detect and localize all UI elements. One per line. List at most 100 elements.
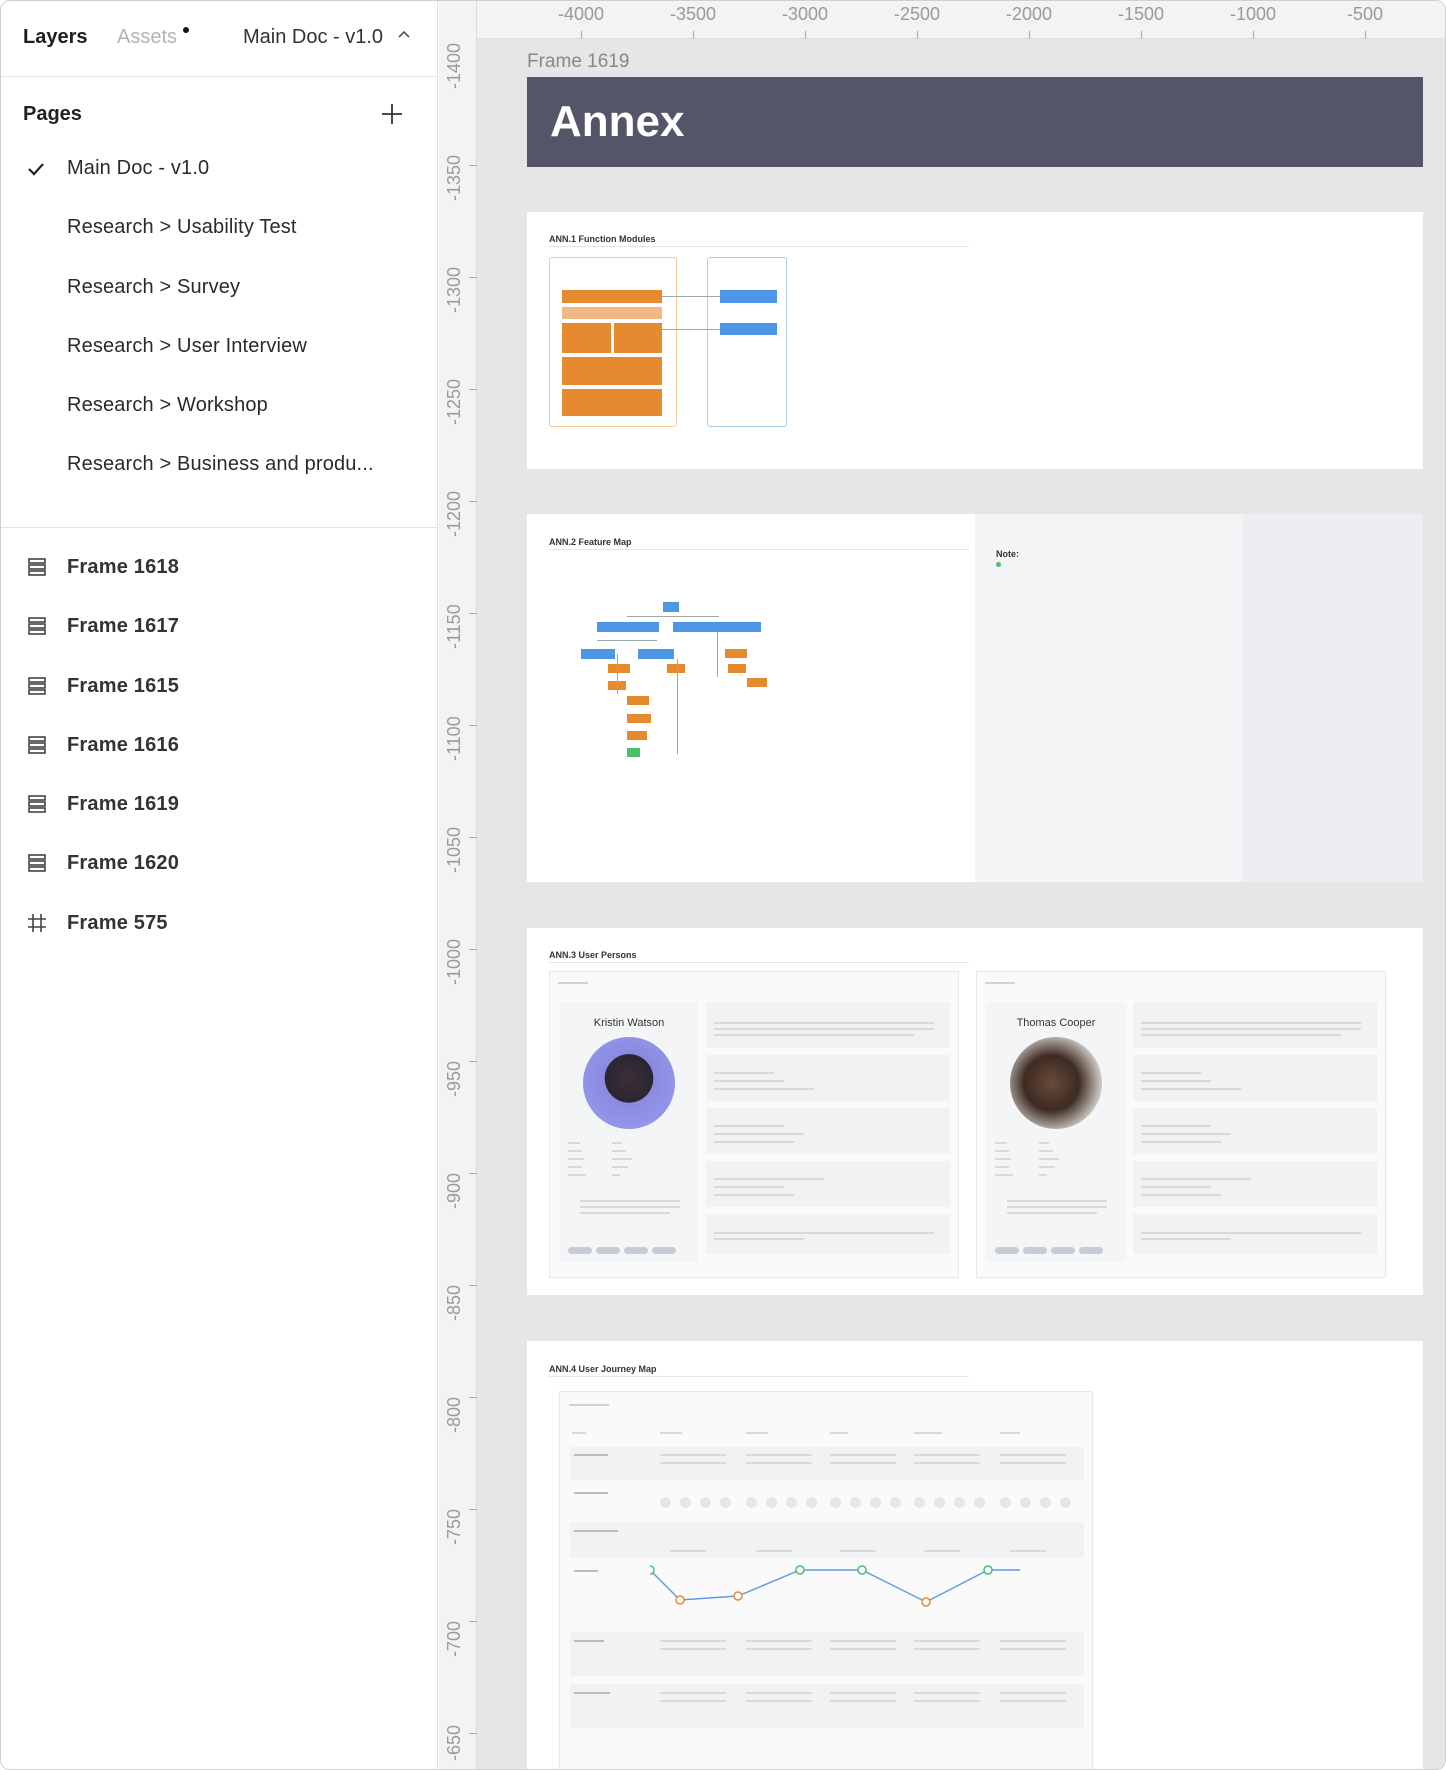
stakeholder-label bbox=[1010, 1550, 1046, 1552]
cell-line bbox=[1000, 1640, 1066, 1642]
map-node bbox=[581, 649, 615, 659]
quote-line bbox=[580, 1212, 670, 1214]
annex-title-banner[interactable]: Annex bbox=[527, 77, 1423, 167]
personality-tag bbox=[995, 1247, 1019, 1254]
text-line bbox=[714, 1133, 804, 1135]
goals-section bbox=[1133, 1055, 1377, 1101]
personality-tag bbox=[652, 1247, 676, 1254]
module-block bbox=[720, 290, 777, 303]
row-label bbox=[574, 1492, 608, 1494]
module-block bbox=[720, 323, 777, 335]
page-item-usability-test[interactable]: Research > Usability Test bbox=[1, 200, 437, 259]
cell-line bbox=[914, 1648, 980, 1650]
page-item-label: Research > Usability Test bbox=[67, 216, 297, 239]
page-item-main-doc[interactable]: Main Doc - v1.0 bbox=[1, 141, 437, 200]
ann1-function-modules-frame[interactable]: ANN.1 Function Modules bbox=[527, 212, 1423, 469]
ruler-label: -1000 bbox=[444, 938, 464, 985]
page-selector[interactable]: Main Doc - v1.0 bbox=[243, 26, 383, 49]
map-node bbox=[638, 649, 674, 659]
personality-tag bbox=[1079, 1247, 1103, 1254]
cell-line bbox=[660, 1692, 726, 1694]
page-item-user-interview[interactable]: Research > User Interview bbox=[1, 319, 437, 378]
ruler-label: -2500 bbox=[893, 4, 941, 24]
layer-frame-1617[interactable]: Frame 1617 bbox=[1, 599, 437, 658]
text-line bbox=[714, 1028, 934, 1030]
module-block bbox=[562, 357, 662, 385]
section-title: ANN.2 Feature Map bbox=[549, 537, 632, 547]
connector-line bbox=[627, 616, 719, 617]
personality-tag bbox=[1023, 1247, 1047, 1254]
text-line bbox=[1141, 1125, 1211, 1127]
ruler-label: -1150 bbox=[444, 604, 464, 649]
ann2-feature-map-frame[interactable]: ANN.2 Feature Map Note: bbox=[527, 514, 1423, 882]
stakeholder-label bbox=[924, 1550, 960, 1552]
cell-line bbox=[914, 1700, 980, 1702]
motivations-section bbox=[1133, 1108, 1377, 1154]
connector-line bbox=[662, 296, 720, 297]
ruler-label: -650 bbox=[444, 1724, 464, 1761]
cell-line bbox=[914, 1640, 980, 1642]
layer-frame-1618[interactable]: Frame 1618 bbox=[1, 540, 437, 599]
touchpoint-icon bbox=[870, 1497, 881, 1508]
persona-avatar bbox=[583, 1037, 675, 1129]
connector-line bbox=[717, 632, 718, 677]
profile-row bbox=[568, 1142, 580, 1144]
page-item-survey[interactable]: Research > Survey bbox=[1, 260, 437, 319]
profile-row bbox=[568, 1174, 586, 1176]
section-title: ANN.4 User Journey Map bbox=[549, 1364, 657, 1374]
journey-map-card[interactable] bbox=[559, 1391, 1093, 1769]
add-page-icon[interactable] bbox=[377, 99, 407, 129]
design-canvas[interactable]: -4000 -3500 -3000 -2500 -2000 -1500 -100… bbox=[439, 1, 1445, 1769]
layer-frame-1619[interactable]: Frame 1619 bbox=[1, 777, 437, 836]
text-line bbox=[1141, 1080, 1211, 1082]
cell-line bbox=[660, 1454, 726, 1456]
stage-header bbox=[660, 1432, 682, 1434]
touchpoint-icon bbox=[890, 1497, 901, 1508]
touchpoint-icon bbox=[974, 1497, 985, 1508]
ann3-user-persons-frame[interactable]: ANN.3 User Persons Kristin Watson Thomas… bbox=[527, 928, 1423, 1295]
ruler-label: -900 bbox=[444, 1172, 464, 1209]
frame-name-label[interactable]: Frame 1619 bbox=[527, 51, 629, 73]
connector-line bbox=[662, 329, 720, 330]
cell-line bbox=[660, 1462, 726, 1464]
persona-card[interactable]: Thomas Cooper bbox=[976, 971, 1386, 1278]
section-title: ANN.1 Function Modules bbox=[549, 234, 656, 244]
connector-line bbox=[617, 654, 618, 694]
goals-section bbox=[706, 1055, 950, 1101]
stage-header bbox=[914, 1432, 942, 1434]
scenario-section bbox=[706, 1214, 950, 1254]
page-item-business[interactable]: Research > Business and produ... bbox=[1, 437, 437, 496]
section-title: ANN.3 User Persons bbox=[549, 950, 637, 960]
tab-assets[interactable]: Assets bbox=[117, 26, 177, 49]
row-label bbox=[574, 1530, 618, 1532]
ann4-user-journey-map-frame[interactable]: ANN.4 User Journey Map bbox=[527, 1341, 1423, 1769]
map-node bbox=[597, 622, 659, 632]
map-node bbox=[747, 678, 767, 687]
map-node bbox=[627, 696, 649, 705]
layers-list: Frame 1618 Frame 1617 Frame 1615 Frame 1… bbox=[1, 527, 437, 955]
page-item-workshop[interactable]: Research > Workshop bbox=[1, 378, 437, 437]
ruler-label: -950 bbox=[444, 1060, 464, 1097]
touchpoint-icon bbox=[914, 1497, 925, 1508]
ruler-label: -1050 bbox=[444, 826, 464, 873]
layer-frame-1616[interactable]: Frame 1616 bbox=[1, 718, 437, 777]
persona-card[interactable]: Kristin Watson bbox=[549, 971, 959, 1278]
personality-tag bbox=[568, 1247, 592, 1254]
personality-tag bbox=[1051, 1247, 1075, 1254]
map-node bbox=[663, 602, 679, 612]
note-panel-secondary bbox=[1243, 514, 1423, 882]
ruler-label: -1000 bbox=[1229, 4, 1277, 24]
layer-frame-1620[interactable]: Frame 1620 bbox=[1, 836, 437, 895]
frame-grid-icon bbox=[28, 913, 46, 932]
text-line bbox=[1141, 1194, 1221, 1196]
left-sidebar: Layers Assets Main Doc - v1.0 Pages Main… bbox=[1, 1, 438, 1769]
touchpoint-icon bbox=[720, 1497, 731, 1508]
chevron-up-icon[interactable] bbox=[397, 29, 411, 39]
layer-frame-1615[interactable]: Frame 1615 bbox=[1, 659, 437, 718]
layer-label: Frame 1619 bbox=[67, 793, 180, 816]
profile-row bbox=[568, 1150, 582, 1152]
tab-layers[interactable]: Layers bbox=[23, 26, 88, 49]
profile-row bbox=[995, 1158, 1011, 1160]
cell-line bbox=[660, 1640, 726, 1642]
layer-frame-575[interactable]: Frame 575 bbox=[1, 896, 437, 955]
